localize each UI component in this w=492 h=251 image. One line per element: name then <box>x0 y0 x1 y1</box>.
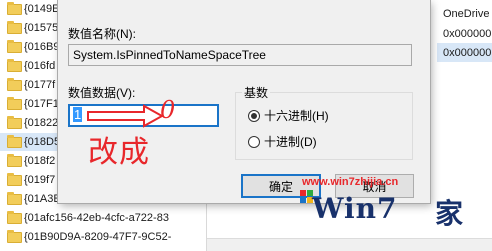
value-data-cell[interactable]: 0x000000 <box>443 28 491 40</box>
value-data-cell[interactable]: 0x000000 <box>443 47 491 59</box>
tree-item-label: {019f7 <box>24 174 56 186</box>
annotation-change-text: 改成 <box>88 135 150 170</box>
tree-item-label: {0149E <box>24 3 60 15</box>
tree-item-label: {01afc156-42eb-4cfc-a722-83 <box>24 212 169 224</box>
radio-empty-icon <box>248 135 260 148</box>
folder-icon <box>7 59 22 72</box>
tree-item-label: {018f2 <box>24 155 56 167</box>
folder-icon <box>7 173 22 186</box>
folder-icon <box>7 135 22 148</box>
folder-icon <box>7 154 22 167</box>
edit-value-dialog: 数值名称(N): System.IsPinnedToNameSpaceTree … <box>58 0 430 203</box>
tree-item-label: {01575 <box>24 22 59 34</box>
tree-item-label: {018D5 <box>24 136 61 148</box>
watermark-url: www.win7zhijia.cn <box>302 176 399 188</box>
folder-icon <box>7 192 22 205</box>
tree-item[interactable]: {01B90D9A-8209-47F7-9C52- <box>0 228 206 246</box>
tree-item[interactable]: {01afc156-42eb-4cfc-a722-83 <box>0 209 206 227</box>
tree-item-label: {01B90D9A-8209-47F7-9C52- <box>24 231 172 243</box>
value-name-field[interactable]: System.IsPinnedToNameSpaceTree <box>68 44 412 66</box>
red-arrow-icon <box>87 104 164 128</box>
radio-selected-icon <box>248 109 260 122</box>
folder-icon <box>7 230 22 243</box>
tree-item-label: {0177f <box>24 79 56 91</box>
base-label: 基数 <box>242 84 271 101</box>
radio-hexadecimal[interactable]: 十六进制(H) <box>248 107 329 124</box>
folder-icon <box>7 97 22 110</box>
value-data-cell[interactable]: OneDrive <box>443 8 489 20</box>
watermark-char: 家 <box>435 198 464 229</box>
tree-item-label: {017F1 <box>24 98 59 110</box>
value-name-label: 数值名称(N): <box>68 27 136 41</box>
annotation-zero: 0 <box>160 96 176 124</box>
value-data-text: 1 <box>73 107 83 122</box>
tree-item-label: {016B9 <box>24 41 60 53</box>
radio-hex-label: 十六进制(H) <box>264 109 329 123</box>
folder-icon <box>7 21 22 34</box>
tree-item-label: {01822 <box>24 117 59 129</box>
horizontal-scrollbar[interactable] <box>207 238 492 251</box>
folder-icon <box>7 40 22 53</box>
folder-icon <box>7 211 22 224</box>
folder-icon <box>7 78 22 91</box>
radio-dec-label: 十进制(D) <box>264 135 317 149</box>
folder-icon <box>7 2 22 15</box>
tree-item-label: {01A3E <box>24 193 61 205</box>
value-data-label: 数值数据(V): <box>68 86 136 100</box>
radio-decimal[interactable]: 十进制(D) <box>248 133 317 150</box>
watermark-brand: Win7 <box>312 192 398 225</box>
folder-icon <box>7 116 22 129</box>
tree-item-label: {016fd <box>24 60 56 72</box>
